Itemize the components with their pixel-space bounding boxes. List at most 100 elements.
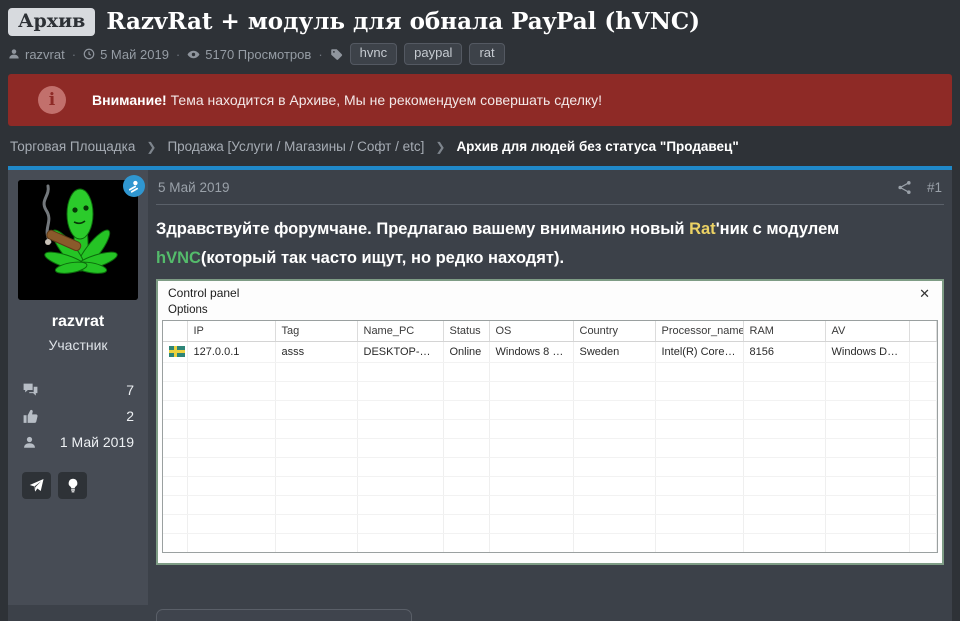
- warning-message: Тема находится в Архиве, Мы не рекоменду…: [170, 92, 603, 108]
- cell-status: Online: [443, 341, 490, 363]
- archive-warning-banner: i Внимание! Тема находится в Архиве, Мы н…: [8, 74, 952, 126]
- post-text-part3: (который так часто ищут, но редко находя…: [200, 249, 565, 267]
- attached-screenshot-control-panel[interactable]: Control panel ✕ Options IP Tag Name_PC S…: [156, 279, 944, 565]
- member-icon: [24, 436, 35, 448]
- cell-name-pc: DESKTOP-5GTHHK6: [357, 341, 444, 363]
- telegram-button[interactable]: [22, 472, 51, 499]
- cell-av: Windows Defender: [825, 341, 910, 363]
- post-text-hvnc: hVNC: [156, 249, 201, 267]
- share-button[interactable]: [897, 180, 912, 195]
- stat-joined-value: 1 Май 2019: [59, 434, 134, 450]
- tag-hvnc[interactable]: hvnc: [349, 43, 398, 65]
- col-ip: IP: [187, 321, 276, 342]
- cell-flag: [163, 341, 188, 363]
- user-status-badge: [123, 175, 145, 197]
- cell-processor: Intel(R) Core(TM)...: [655, 341, 744, 363]
- breadcrumb-market[interactable]: Торговая Площадка: [10, 139, 135, 154]
- col-filler: [909, 321, 937, 342]
- client-table-body: 127.0.0.1 asss DESKTOP-5GTHHK6 Online Wi…: [163, 341, 937, 552]
- col-name-pc: Name_PC: [357, 321, 444, 342]
- clients-grid: IP Tag Name_PC Status OS Country Process…: [162, 320, 938, 553]
- user-icon: [9, 49, 19, 59]
- empty-client-row: [163, 457, 937, 477]
- lightbulb-button[interactable]: [58, 472, 87, 499]
- post-header: 5 Май 2019 #1: [156, 170, 944, 205]
- author-avatar[interactable]: [18, 175, 145, 300]
- col-flag: [163, 321, 188, 342]
- share-icon: [898, 181, 911, 194]
- archive-badge: Архив: [8, 8, 96, 36]
- client-row: 127.0.0.1 asss DESKTOP-5GTHHK6 Online Wi…: [163, 341, 937, 363]
- breadcrumb: Торговая Площадка ❯ Продажа [Услуги / Ма…: [8, 126, 952, 166]
- stat-likes-value[interactable]: 2: [126, 408, 134, 424]
- thread-date-text: 5 Май 2019: [100, 46, 169, 62]
- author-sidebar: razvrat Участник 7 2 1 Май 2019: [8, 170, 148, 605]
- clock-icon: [83, 48, 95, 60]
- thread-views-text: 5170 Просмотров: [205, 46, 312, 62]
- paper-plane-icon: [29, 478, 44, 492]
- empty-client-row: [163, 362, 937, 382]
- info-icon: i: [38, 86, 66, 114]
- breadcrumb-sales[interactable]: Продажа [Услуги / Магазины / Софт / etc]: [167, 139, 424, 154]
- post-message: 5 Май 2019 #1 Здравствуйте форумчане. Пр…: [148, 170, 952, 621]
- empty-client-row: [163, 533, 937, 552]
- col-status: Status: [443, 321, 490, 342]
- meta-separator: ·: [71, 46, 77, 62]
- empty-client-row: [163, 400, 937, 420]
- lightbulb-icon: [68, 478, 77, 493]
- table-header-row: IP Tag Name_PC Status OS Country Process…: [163, 321, 937, 342]
- sweden-flag-icon: [169, 346, 185, 357]
- cell-ram: 8156: [743, 341, 826, 363]
- tag-paypal[interactable]: paypal: [404, 43, 463, 65]
- col-country: Country: [573, 321, 656, 342]
- spoiler-block-partial[interactable]: [156, 609, 412, 621]
- empty-client-row: [163, 476, 937, 496]
- cell-tag: asss: [275, 341, 358, 363]
- first-post: razvrat Участник 7 2 1 Май 2019 5 Май 20…: [8, 166, 952, 621]
- window-menu-options: Options: [168, 304, 208, 316]
- thread-author[interactable]: razvrat: [8, 47, 65, 62]
- cannabis-avatar-image: [18, 180, 138, 300]
- author-contact-buttons: [22, 472, 148, 499]
- eye-icon: [187, 50, 200, 58]
- tag-icon: [330, 48, 342, 60]
- post-text-part1: Здравствуйте форумчане. Предлагаю вашему…: [156, 220, 690, 238]
- stat-messages: 7: [22, 377, 134, 403]
- writing-user-icon: [128, 180, 139, 193]
- stat-messages-value[interactable]: 7: [126, 382, 134, 398]
- thread-author-name: razvrat: [25, 46, 65, 62]
- empty-client-row: [163, 419, 937, 439]
- cell-filler: [909, 341, 937, 363]
- cell-ip: 127.0.0.1: [187, 341, 276, 363]
- empty-client-row: [163, 381, 937, 401]
- messages-icon: [23, 383, 38, 396]
- col-av: AV: [825, 321, 910, 342]
- post-number-link[interactable]: #1: [927, 180, 942, 195]
- author-stats: 7 2 1 Май 2019: [22, 377, 134, 455]
- col-ram: RAM: [743, 321, 826, 342]
- warning-title: Внимание!: [92, 92, 167, 108]
- thread-meta: razvrat · 5 Май 2019 · 5170 Просмотров ·…: [8, 43, 952, 65]
- author-username[interactable]: razvrat: [8, 313, 148, 331]
- post-date: 5 Май 2019: [158, 180, 230, 195]
- cell-os: Windows 8 x64: [489, 341, 574, 363]
- cell-country: Sweden: [573, 341, 656, 363]
- thread-header: Архив RazvRat + модуль для обнала PayPal…: [8, 6, 952, 36]
- clients-table: IP Tag Name_PC Status OS Country Process…: [163, 321, 937, 552]
- thumbs-up-icon: [23, 409, 38, 423]
- window-title: Control panel: [168, 286, 240, 300]
- tag-rat[interactable]: rat: [469, 43, 505, 65]
- author-role: Участник: [48, 337, 108, 353]
- meta-separator: ·: [318, 46, 323, 62]
- stat-likes: 2: [22, 403, 134, 429]
- col-tag: Tag: [275, 321, 358, 342]
- post-text-rat: Rat: [689, 220, 716, 238]
- empty-client-row: [163, 438, 937, 458]
- col-processor: Processor_name: [655, 321, 744, 342]
- empty-client-row: [163, 495, 937, 515]
- thread-date: 5 Май 2019: [83, 47, 169, 62]
- breadcrumb-archive[interactable]: Архив для людей без статуса "Продавец": [456, 139, 738, 154]
- col-os: OS: [489, 321, 574, 342]
- warning-text: Внимание! Тема находится в Архиве, Мы не …: [92, 92, 602, 108]
- window-titlebar: Control panel ✕: [158, 281, 942, 301]
